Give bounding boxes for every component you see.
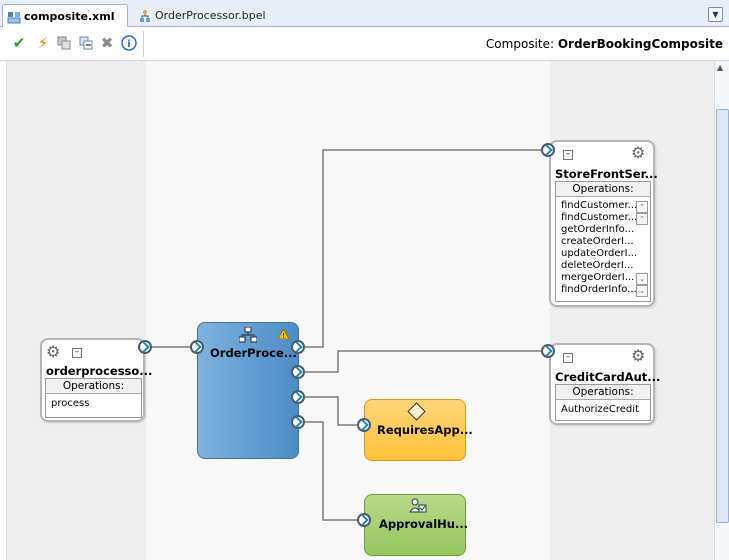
bpel-reference-port-icon[interactable] xyxy=(291,365,305,379)
operations-panel: Operations: process xyxy=(45,378,142,418)
collapse-icon[interactable]: – xyxy=(563,353,573,363)
scroll-up-icon[interactable]: ⌃ xyxy=(636,213,648,225)
service-gear-icon: ⚙ xyxy=(46,342,61,361)
bpel-process-icon xyxy=(138,9,152,23)
human-task-component[interactable]: ApprovalHu... xyxy=(364,494,469,556)
bpel-component-orderprocessor[interactable]: ! OrderProce... xyxy=(197,322,299,459)
composite-name: OrderBookingComposite xyxy=(557,37,723,51)
reference-port-icon[interactable] xyxy=(541,344,555,358)
human-task-component-name: ApprovalHu... xyxy=(379,517,469,531)
collapse-icon[interactable]: – xyxy=(72,348,82,358)
collapse-icon[interactable]: – xyxy=(563,150,573,160)
operations-header: Operations: xyxy=(556,182,650,197)
canvas-vertical-scrollbar[interactable]: ▲ xyxy=(714,61,729,560)
editor-tab-bar: composite.xml OrderProcessor.bpel ▼ xyxy=(0,0,729,28)
wire-bpel-to-storefront xyxy=(305,149,541,348)
bpel-process-icon xyxy=(238,326,258,347)
tab-list-dropdown-icon[interactable]: ▼ xyxy=(708,7,723,22)
operation-item[interactable]: updateOrderI... xyxy=(556,248,650,260)
toolbar-separator xyxy=(143,31,144,57)
remove-icon[interactable] xyxy=(76,33,96,53)
wire-bpel-to-creditcard xyxy=(305,350,541,373)
wire-bpel-to-rules xyxy=(305,396,357,426)
tab-label: composite.xml xyxy=(24,10,115,23)
operations-header: Operations: xyxy=(46,379,141,394)
reference-creditcard-service[interactable]: – ⚙ CreditCardAut... Operations: Authori… xyxy=(549,343,660,425)
validate-check-icon[interactable]: ✔ xyxy=(9,33,29,53)
copy-icon[interactable] xyxy=(54,33,74,53)
composite-toolbar: ✔ ⚡ ✖ i Composite: OrderBookingComposite xyxy=(0,27,729,61)
bpel-reference-port-icon[interactable] xyxy=(291,340,305,354)
scrollbar-thumb[interactable] xyxy=(716,109,729,523)
scroll-up-arrow-icon[interactable]: ▲ xyxy=(717,63,723,72)
service-orderprocessor[interactable]: ⚙ – orderprocesso... Operations: process xyxy=(40,338,152,422)
operations-header: Operations: xyxy=(556,385,650,400)
scroll-down-icon[interactable]: ⌄ xyxy=(636,273,648,285)
bpel-reference-port-icon[interactable] xyxy=(291,390,305,404)
svg-text:i: i xyxy=(127,39,130,50)
warning-icon: ! xyxy=(277,328,290,342)
reference-name: CreditCardAut... xyxy=(555,370,661,384)
tab-orderprocessor-bpel[interactable]: OrderProcessor.bpel xyxy=(134,4,274,27)
reference-gear-icon: ⚙ xyxy=(631,346,646,365)
wire-bpel-to-humantask xyxy=(305,421,357,521)
business-rules-component[interactable]: RequiresApp... xyxy=(364,399,473,461)
reference-name: StoreFrontSer... xyxy=(555,167,658,181)
operation-item[interactable]: AuthorizeCredit xyxy=(556,404,650,416)
lightning-icon[interactable]: ⚡ xyxy=(33,33,53,53)
scroll-bottom-icon[interactable]: ⌄ xyxy=(636,285,648,297)
operations-panel: Operations: AuthorizeCredit xyxy=(555,384,651,421)
service-port-icon[interactable] xyxy=(138,340,152,354)
rules-inbound-port-icon[interactable] xyxy=(357,418,371,432)
operation-item[interactable]: getOrderInfo... xyxy=(556,224,650,236)
bpel-inbound-port-icon[interactable] xyxy=(190,340,204,354)
reference-storefront-service[interactable]: – ⚙ StoreFrontSer... Operations: findCus… xyxy=(549,140,658,307)
rules-component-name: RequiresApp... xyxy=(377,423,473,437)
tab-composite-xml[interactable]: composite.xml xyxy=(2,4,128,28)
composite-name-label: Composite: OrderBookingComposite xyxy=(486,37,723,51)
scroll-top-icon[interactable]: ⌃ xyxy=(636,201,648,213)
operation-item[interactable]: createOrderI... xyxy=(556,236,650,248)
delete-x-icon[interactable]: ✖ xyxy=(97,33,117,53)
human-task-inbound-port-icon[interactable] xyxy=(357,513,371,527)
reference-port-icon[interactable] xyxy=(541,143,555,157)
human-task-icon xyxy=(409,498,427,518)
bpel-component-name: OrderProce... xyxy=(210,346,297,360)
composite-label-prefix: Composite: xyxy=(485,37,555,51)
tab-label: OrderProcessor.bpel xyxy=(155,9,266,22)
info-icon[interactable]: i xyxy=(119,33,139,53)
wire-layer xyxy=(152,149,541,521)
reference-gear-icon: ⚙ xyxy=(631,143,646,162)
svg-text:!: ! xyxy=(282,332,285,339)
operation-item[interactable]: process xyxy=(46,398,141,410)
bpel-reference-port-icon[interactable] xyxy=(291,415,305,429)
operations-panel: Operations: findCustomer... findCustomer… xyxy=(555,181,651,302)
decision-diamond-icon xyxy=(407,402,426,421)
service-name: orderprocesso... xyxy=(46,364,153,378)
composite-icon xyxy=(7,10,21,24)
operation-item[interactable]: deleteOrderI... xyxy=(556,260,650,272)
